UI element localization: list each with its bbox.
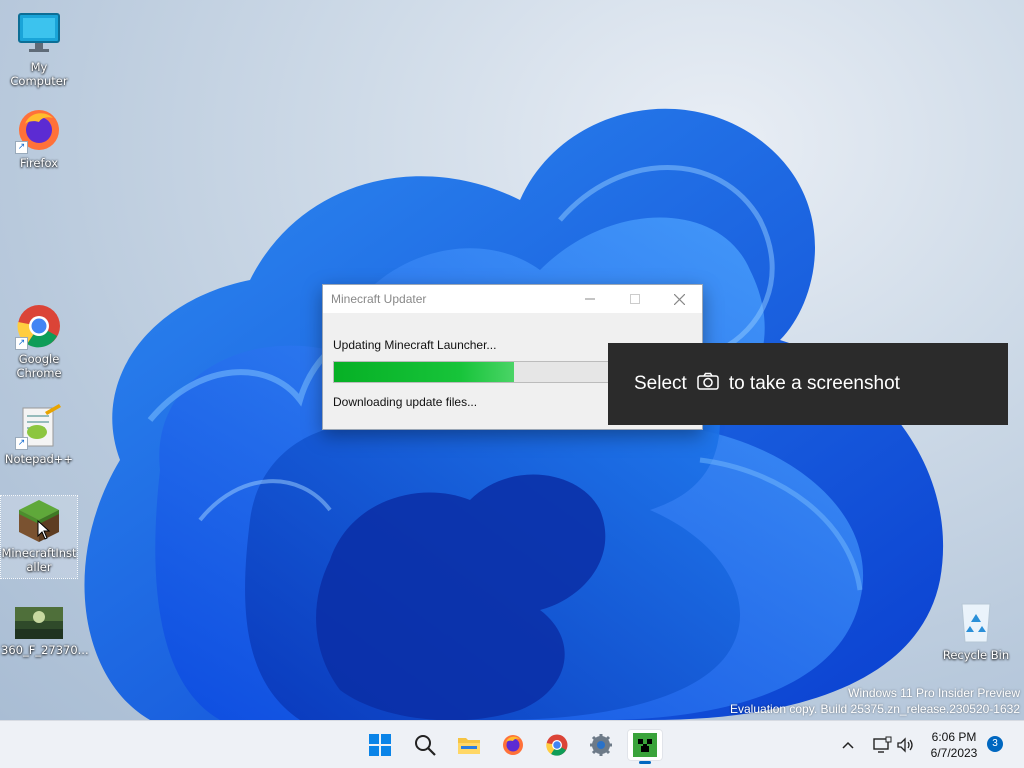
shortcut-arrow-icon: ↗: [15, 437, 28, 450]
show-hidden-icons-button[interactable]: [830, 729, 866, 761]
search-icon: [415, 735, 436, 756]
minecraft-icon: [633, 733, 657, 757]
recycle-bin-icon: [952, 598, 1000, 646]
image-thumbnail-icon: [15, 607, 63, 641]
taskbar-clock[interactable]: 6:06 PM 6/7/2023: [926, 729, 982, 761]
taskbar-file-explorer[interactable]: [451, 729, 487, 761]
file-explorer-icon: [458, 738, 480, 754]
desktop-icon-label: Recycle Bin: [942, 648, 1010, 662]
desktop-icon-label: My Computer: [10, 60, 68, 88]
network-icon: [873, 736, 892, 753]
camera-icon: [697, 372, 719, 396]
toast-text-after: to take a screenshot: [728, 373, 900, 394]
close-icon: [674, 293, 685, 305]
desktop-icon-label: Google Chrome: [16, 352, 62, 380]
shortcut-arrow-icon: ↗: [15, 141, 28, 154]
taskbar-settings[interactable]: [583, 729, 619, 761]
firefox-icon: [503, 735, 523, 755]
clock-time: 6:06 PM: [931, 730, 977, 744]
firefox-icon: ↗: [15, 106, 63, 154]
screenshot-hint-toast: Select to take a screenshot: [608, 343, 1008, 425]
active-app-indicator: [639, 761, 651, 764]
minimize-button[interactable]: [567, 285, 612, 313]
settings-icon: [590, 734, 612, 756]
chrome-icon: ↗: [15, 302, 63, 350]
system-tray-network-volume[interactable]: [864, 729, 924, 761]
watermark-line-1: Windows 11 Pro Insider Preview: [848, 686, 1020, 700]
monitor-icon: [15, 10, 63, 58]
window-titlebar[interactable]: Minecraft Updater: [323, 285, 702, 313]
notepadpp-icon: ↗: [15, 402, 63, 450]
desktop-icon-label: 360_F_27370...: [1, 643, 89, 657]
clock-date: 6/7/2023: [930, 746, 978, 760]
taskbar-chrome[interactable]: [539, 729, 575, 761]
desktop-icon-notepadpp[interactable]: ↗ Notepad++: [1, 402, 77, 466]
taskbar-search-button[interactable]: [407, 729, 443, 761]
windows-watermark: Windows 11 Pro Insider Preview Evaluatio…: [730, 685, 1020, 717]
desktop-icon-label: Notepad++: [4, 452, 74, 466]
taskbar: 6:06 PM 6/7/2023: [0, 720, 1024, 768]
window-title: Minecraft Updater: [331, 292, 427, 306]
maximize-button: [612, 285, 657, 313]
desktop-icon-image-file[interactable]: 360_F_27370...: [1, 607, 89, 657]
minimize-icon: [584, 298, 595, 300]
mouse-cursor-icon: [37, 520, 51, 540]
volume-icon: [897, 737, 913, 753]
toast-text-before: Select: [634, 373, 687, 394]
desktop-icon-firefox[interactable]: ↗ Firefox: [1, 106, 77, 170]
desktop-icon-my-computer[interactable]: My Computer: [1, 10, 77, 88]
taskbar-minecraft[interactable]: [627, 729, 663, 764]
chrome-icon: [546, 734, 568, 756]
chevron-up-icon: [842, 741, 854, 749]
desktop-icon-google-chrome[interactable]: ↗ Google Chrome: [1, 302, 77, 380]
taskbar-start-button[interactable]: [362, 729, 398, 761]
notification-badge[interactable]: 3: [987, 736, 1003, 752]
start-icon: [369, 734, 391, 756]
close-button[interactable]: [657, 285, 702, 313]
taskbar-firefox[interactable]: [495, 729, 531, 761]
desktop-icon-label: Firefox: [19, 156, 59, 170]
shortcut-arrow-icon: ↗: [15, 337, 28, 350]
maximize-icon: [629, 294, 640, 304]
desktop-icon-label: MinecraftInstaller: [1, 546, 77, 574]
watermark-line-2: Evaluation copy. Build 25375.zn_release.…: [730, 702, 1020, 716]
update-status-text: Updating Minecraft Launcher...: [333, 338, 497, 352]
desktop-icon-recycle-bin[interactable]: Recycle Bin: [938, 598, 1014, 662]
progress-bar-fill: [334, 362, 514, 382]
update-detail-text: Downloading update files...: [333, 395, 478, 409]
